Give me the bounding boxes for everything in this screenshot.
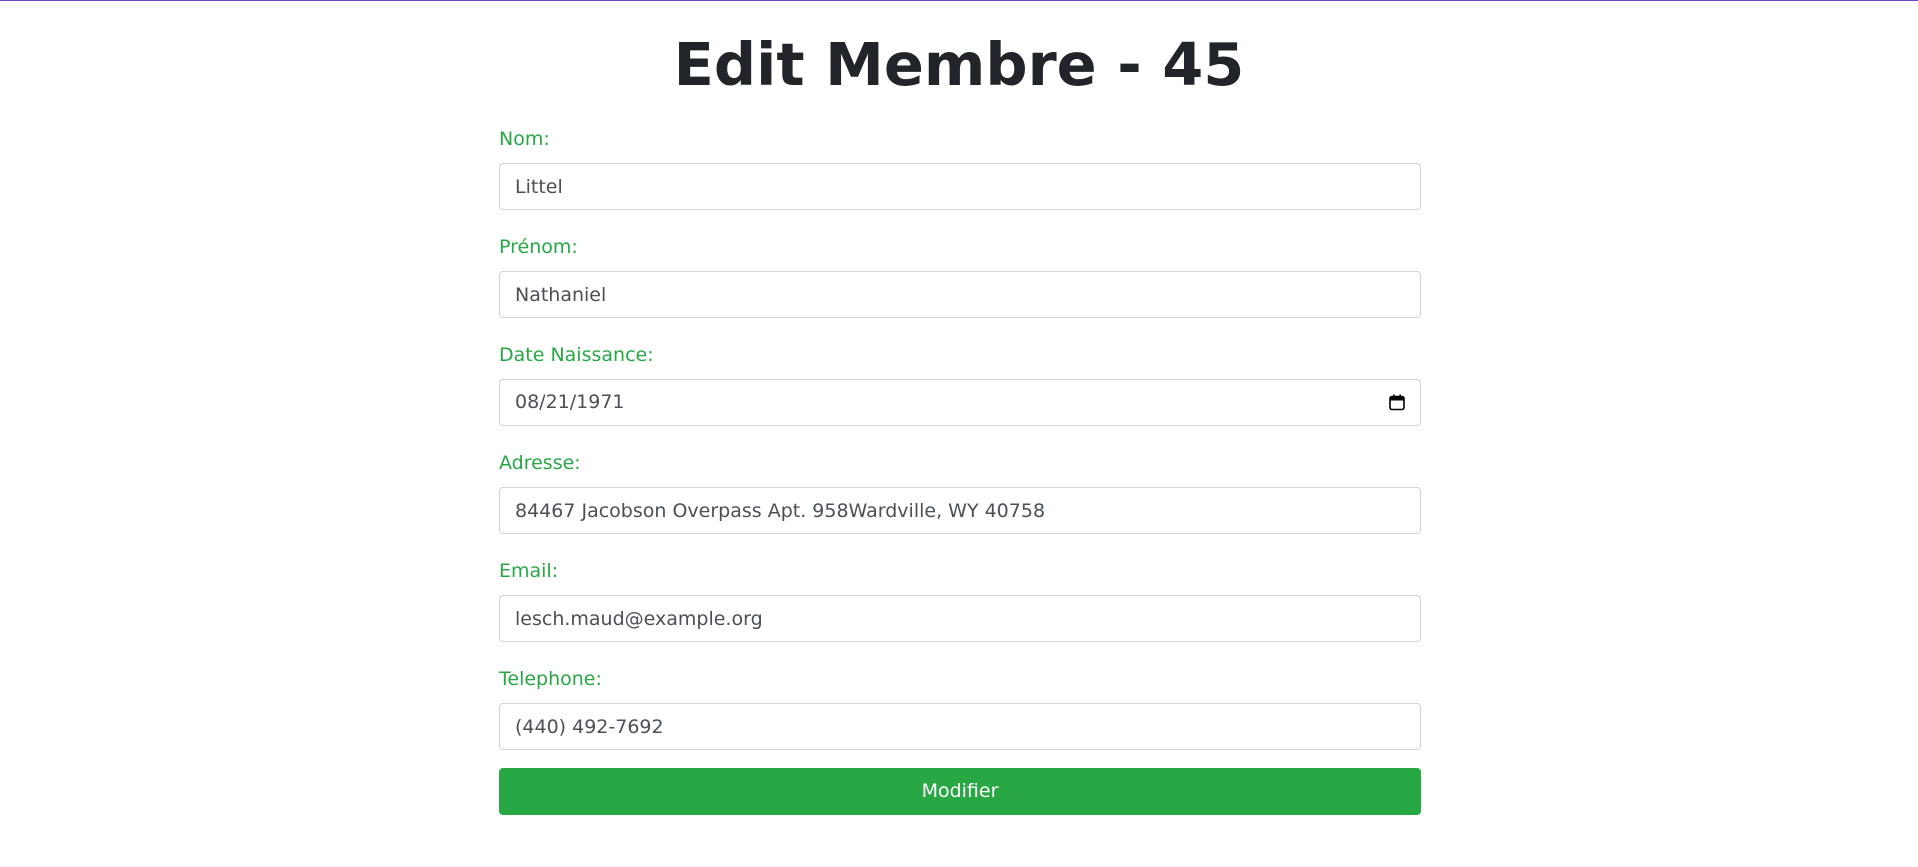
form-group-adresse: Adresse: xyxy=(499,442,1421,550)
date-naissance-input[interactable]: 08/21/1971 xyxy=(499,379,1421,426)
form-group-date-naissance: Date Naissance: 08/21/1971 xyxy=(499,334,1421,442)
form-group-email: Email: xyxy=(499,550,1421,658)
telephone-label: Telephone: xyxy=(499,668,602,690)
email-label: Email: xyxy=(499,560,559,582)
calendar-icon[interactable] xyxy=(1389,394,1405,411)
prenom-label: Prénom: xyxy=(499,236,578,258)
form-group-nom: Nom: xyxy=(499,118,1421,226)
nom-label: Nom: xyxy=(499,128,550,150)
top-accent-line xyxy=(0,0,1918,1)
nom-input[interactable] xyxy=(499,163,1421,210)
form-group-telephone: Telephone: xyxy=(499,658,1421,766)
adresse-input[interactable] xyxy=(499,487,1421,534)
email-input[interactable] xyxy=(499,595,1421,642)
telephone-input[interactable] xyxy=(499,703,1421,750)
adresse-label: Adresse: xyxy=(499,452,581,474)
member-edit-form: Nom: Prénom: Date Naissance: 08/21/1971 … xyxy=(499,118,1421,766)
form-group-prenom: Prénom: xyxy=(499,226,1421,334)
date-naissance-value: 08/21/1971 xyxy=(515,391,625,413)
page-title: Edit Membre - 45 xyxy=(673,30,1245,99)
prenom-input[interactable] xyxy=(499,271,1421,318)
date-naissance-label: Date Naissance: xyxy=(499,344,654,366)
modifier-button[interactable]: Modifier xyxy=(499,768,1421,815)
